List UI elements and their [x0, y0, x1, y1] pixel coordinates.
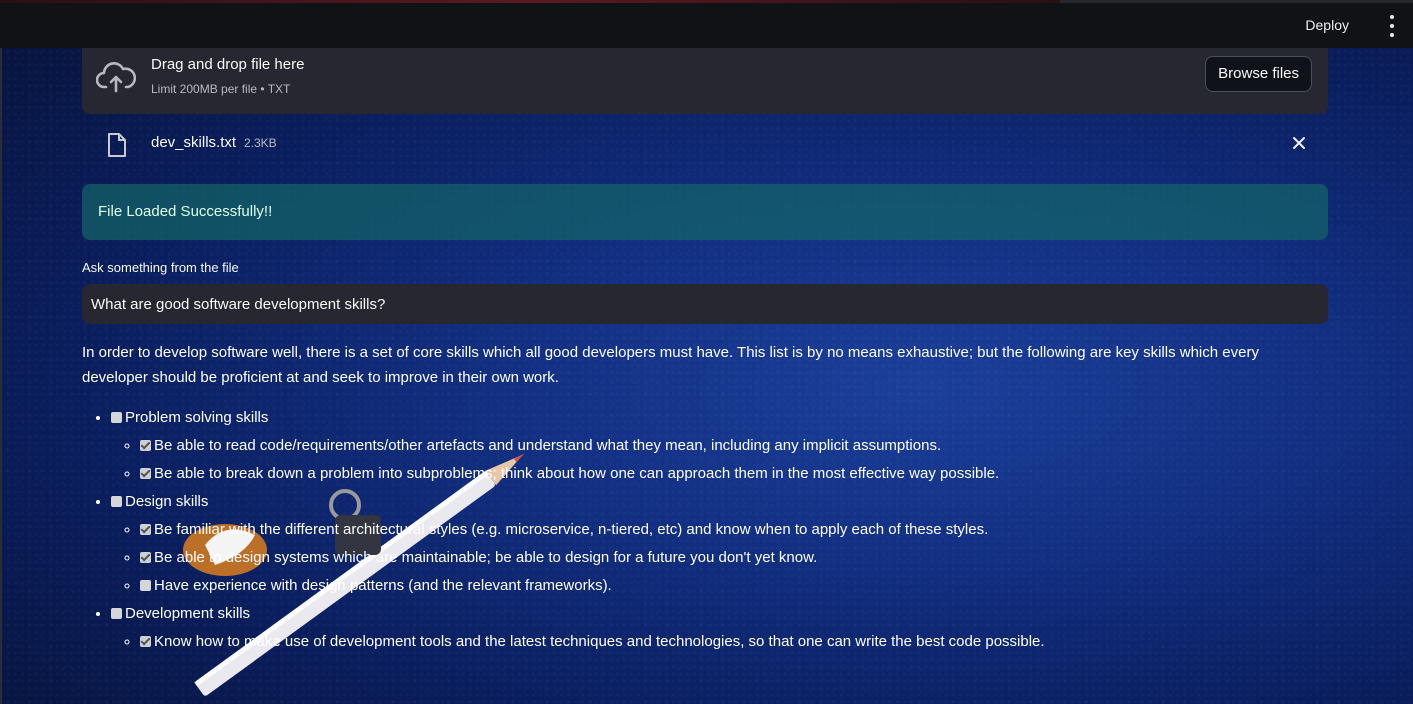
task-checkbox[interactable]	[111, 496, 122, 507]
skill-text: Be able to read code/requirements/other …	[154, 437, 942, 454]
answer-intro: In order to develop software well, there…	[82, 344, 1259, 386]
skill-text: Be able to design systems which are main…	[154, 549, 818, 566]
list-item: Design skills Be familiar with the diffe…	[111, 488, 1328, 600]
window-edge	[0, 48, 2, 704]
browse-files-button[interactable]: Browse files	[1205, 56, 1312, 92]
file-name: dev_skills.txt	[151, 134, 237, 151]
skill-text: Know how to make use of development tool…	[154, 633, 1045, 650]
loading-bar	[0, 0, 1060, 3]
task-checkbox[interactable]	[140, 524, 151, 535]
success-alert-text: File Loaded Successfully!!	[98, 203, 273, 220]
deploy-button[interactable]: Deploy	[1305, 17, 1349, 33]
list-item: Be familiar with the different architect…	[140, 516, 1328, 544]
skill-text: Be familiar with the different architect…	[154, 521, 989, 538]
task-checkbox[interactable]	[140, 636, 151, 647]
task-checkbox[interactable]	[140, 440, 151, 451]
list-item: Know how to make use of development tool…	[140, 628, 1328, 656]
skill-text: Be able to break down a problem into sub…	[154, 465, 1000, 482]
file-dropzone[interactable]: Drag and drop file here Limit 200MB per …	[82, 48, 1328, 114]
list-item: Development skills Know how to make use …	[111, 600, 1328, 656]
skills-list: Problem solving skills Be able to read c…	[82, 404, 1328, 656]
section-title: Development skills	[125, 605, 251, 622]
list-item: Problem solving skills Be able to read c…	[111, 404, 1328, 488]
section-title: Design skills	[125, 493, 209, 510]
cloud-upload-icon	[96, 62, 136, 93]
task-checkbox[interactable]	[140, 552, 151, 563]
app-header: Deploy	[0, 0, 1413, 48]
success-alert: File Loaded Successfully!!	[82, 184, 1328, 240]
file-icon	[108, 133, 126, 157]
answer-output: In order to develop software well, there…	[82, 340, 1328, 656]
task-checkbox[interactable]	[111, 608, 122, 619]
close-icon[interactable]	[1290, 134, 1308, 152]
list-item: Have experience with design patterns (an…	[140, 572, 1328, 600]
list-item: Be able to design systems which are main…	[140, 544, 1328, 572]
task-checkbox[interactable]	[140, 468, 151, 479]
section-title: Problem solving skills	[125, 409, 269, 426]
question-label: Ask something from the file	[82, 260, 239, 275]
file-size: 2.3KB	[244, 136, 277, 150]
skill-text: Have experience with design patterns (an…	[154, 577, 612, 594]
list-item: Be able to read code/requirements/other …	[140, 432, 1328, 460]
dropzone-title: Drag and drop file here	[151, 56, 305, 73]
task-checkbox[interactable]	[111, 412, 122, 423]
question-input[interactable]	[82, 284, 1328, 324]
kebab-menu-icon[interactable]	[1385, 15, 1399, 37]
dropzone-limit-text: Limit 200MB per file • TXT	[151, 82, 291, 96]
list-item: Be able to break down a problem into sub…	[140, 460, 1328, 488]
uploaded-file-row: dev_skills.txt 2.3KB	[82, 128, 1328, 162]
task-checkbox[interactable]	[140, 580, 151, 591]
